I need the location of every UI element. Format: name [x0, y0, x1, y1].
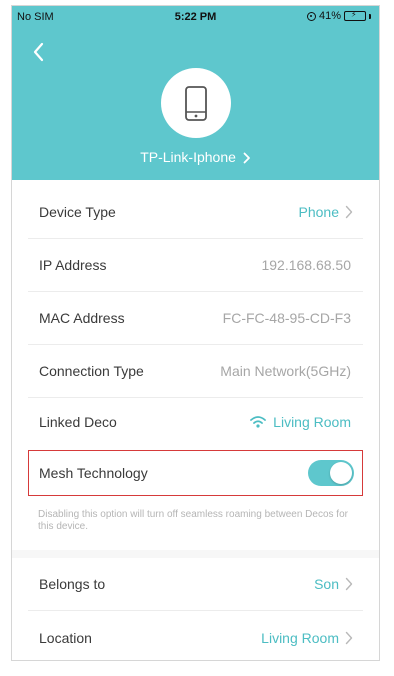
device-type-text: Phone — [298, 204, 339, 220]
device-avatar — [161, 68, 231, 138]
mac-address-value: FC-FC-48-95-CD-F3 — [222, 310, 351, 326]
ip-address-label: IP Address — [39, 257, 107, 273]
mesh-technology-toggle[interactable] — [308, 460, 354, 486]
linked-deco-text: Living Room — [273, 413, 351, 430]
phone-icon — [185, 86, 207, 121]
row-mac-address: MAC Address FC-FC-48-95-CD-F3 — [28, 292, 363, 345]
device-name-link[interactable]: TP-Link-Iphone — [12, 149, 379, 165]
lock-rotation-icon — [306, 11, 316, 21]
belongs-to-label: Belongs to — [39, 576, 106, 592]
toggle-knob — [330, 462, 352, 484]
mac-address-label: MAC Address — [39, 310, 125, 326]
belongs-to-text: Son — [314, 576, 339, 592]
chevron-right-icon — [345, 205, 353, 219]
mesh-technology-row: Mesh Technology — [28, 450, 363, 496]
linked-deco-label: Linked Deco — [39, 413, 117, 430]
device-name: TP-Link-Iphone — [140, 149, 236, 165]
connection-type-label: Connection Type — [39, 363, 144, 379]
belongs-to-value: Son — [314, 576, 353, 592]
row-linked-deco[interactable]: Linked Deco Living Room — [28, 395, 363, 448]
battery-icon — [344, 11, 366, 21]
mesh-note: Disabling this option will turn off seam… — [38, 509, 348, 532]
location-label: Location — [39, 629, 92, 646]
mesh-technology-label: Mesh Technology — [39, 465, 148, 481]
location-value: Living Room — [261, 629, 353, 646]
chevron-right-icon — [243, 152, 250, 164]
section-divider — [12, 550, 379, 558]
row-belongs-to[interactable]: Belongs to Son — [28, 558, 363, 611]
row-ip-address: IP Address 192.168.68.50 — [28, 239, 363, 292]
back-icon — [33, 42, 44, 62]
device-detail-screen: No SIM 5:22 PM 41% TP-Link-Iphone Device… — [11, 5, 380, 661]
battery-percent: 41% — [318, 10, 341, 22]
status-bar: No SIM 5:22 PM 41% — [12, 6, 379, 26]
row-device-type[interactable]: Device Type Phone — [28, 186, 363, 239]
row-connection-type: Connection Type Main Network(5GHz) — [28, 345, 363, 398]
location-text: Living Room — [261, 629, 339, 646]
wifi-icon — [250, 415, 267, 428]
battery-tip — [369, 13, 371, 19]
connection-type-value: Main Network(5GHz) — [220, 363, 351, 379]
device-type-value: Phone — [298, 204, 353, 220]
back-button[interactable] — [28, 36, 58, 66]
status-right: 41% — [306, 10, 371, 22]
ip-address-value: 192.168.68.50 — [261, 257, 351, 273]
chevron-right-icon — [345, 631, 353, 644]
row-location[interactable]: Location Living Room — [28, 611, 363, 660]
device-type-label: Device Type — [39, 204, 116, 220]
linked-deco-value: Living Room — [249, 414, 351, 430]
device-header: No SIM 5:22 PM 41% TP-Link-Iphone — [12, 6, 379, 180]
chevron-right-icon — [345, 577, 353, 591]
